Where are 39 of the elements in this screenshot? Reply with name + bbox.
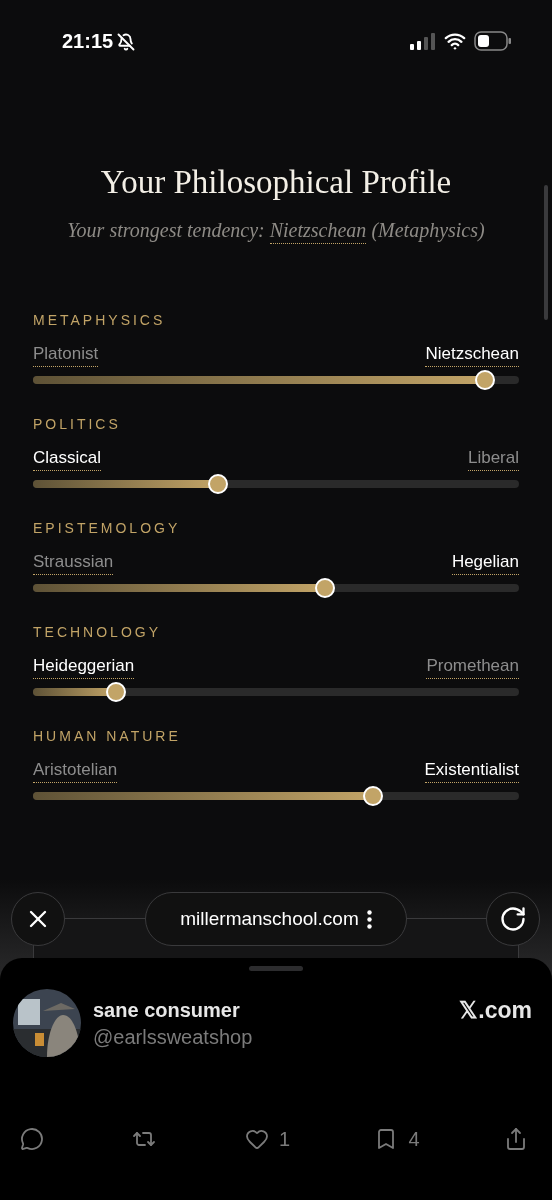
reload-icon [499, 905, 527, 933]
pole-label: Hegelian [451, 552, 519, 575]
slider-thumb[interactable] [105, 682, 126, 702]
profile-subtitle: Your strongest tendency: Nietzschean (Metaphysics) [0, 219, 552, 242]
signal-icon [410, 32, 436, 50]
more-icon [366, 909, 372, 929]
share-icon [504, 1127, 528, 1151]
tendency-link[interactable]: Nietzschean [269, 219, 367, 244]
bookmark-button[interactable]: 4 [374, 1127, 420, 1151]
pole-label: Liberal [467, 448, 519, 471]
author-name: sane consumer [93, 999, 241, 1022]
dimension-label: HUMAN NATURE [33, 728, 182, 744]
url-text: millermanschool.com [180, 908, 359, 930]
reply-icon [20, 1127, 44, 1151]
pole-label: Promethean [426, 656, 519, 679]
slider-thumb[interactable] [474, 370, 495, 390]
source-site: 𝕏.com [459, 996, 532, 1024]
pole-label: Straussian [33, 552, 114, 575]
pole-label: Classical [33, 448, 102, 471]
url-pill[interactable]: millermanschool.com [145, 892, 407, 946]
pole-label: Nietzschean [425, 344, 519, 367]
clock-time: 21:15 [62, 30, 114, 53]
like-button[interactable]: 1 [244, 1127, 290, 1151]
dimension-label: TECHNOLOGY [33, 624, 162, 640]
dimension-label: METAPHYSICS [33, 312, 167, 328]
pole-label: Heideggerian [33, 656, 135, 679]
battery-icon [474, 31, 512, 51]
dimension-label: EPISTEMOLOGY [33, 520, 182, 536]
pole-label: Aristotelian [33, 760, 118, 783]
pole-label: Existentialist [424, 760, 519, 783]
slider-thumb[interactable] [363, 786, 384, 806]
slider-thumb[interactable] [314, 578, 335, 598]
profile-title: Your Philosophical Profile [99, 164, 453, 201]
wifi-icon [444, 30, 466, 52]
dimension-label: POLITICS [33, 416, 122, 432]
author-handle: @earlssweatshop [93, 1026, 254, 1049]
pole-label: Platonist [33, 344, 99, 367]
slider-thumb[interactable] [207, 474, 228, 494]
like-icon [244, 1127, 269, 1151]
